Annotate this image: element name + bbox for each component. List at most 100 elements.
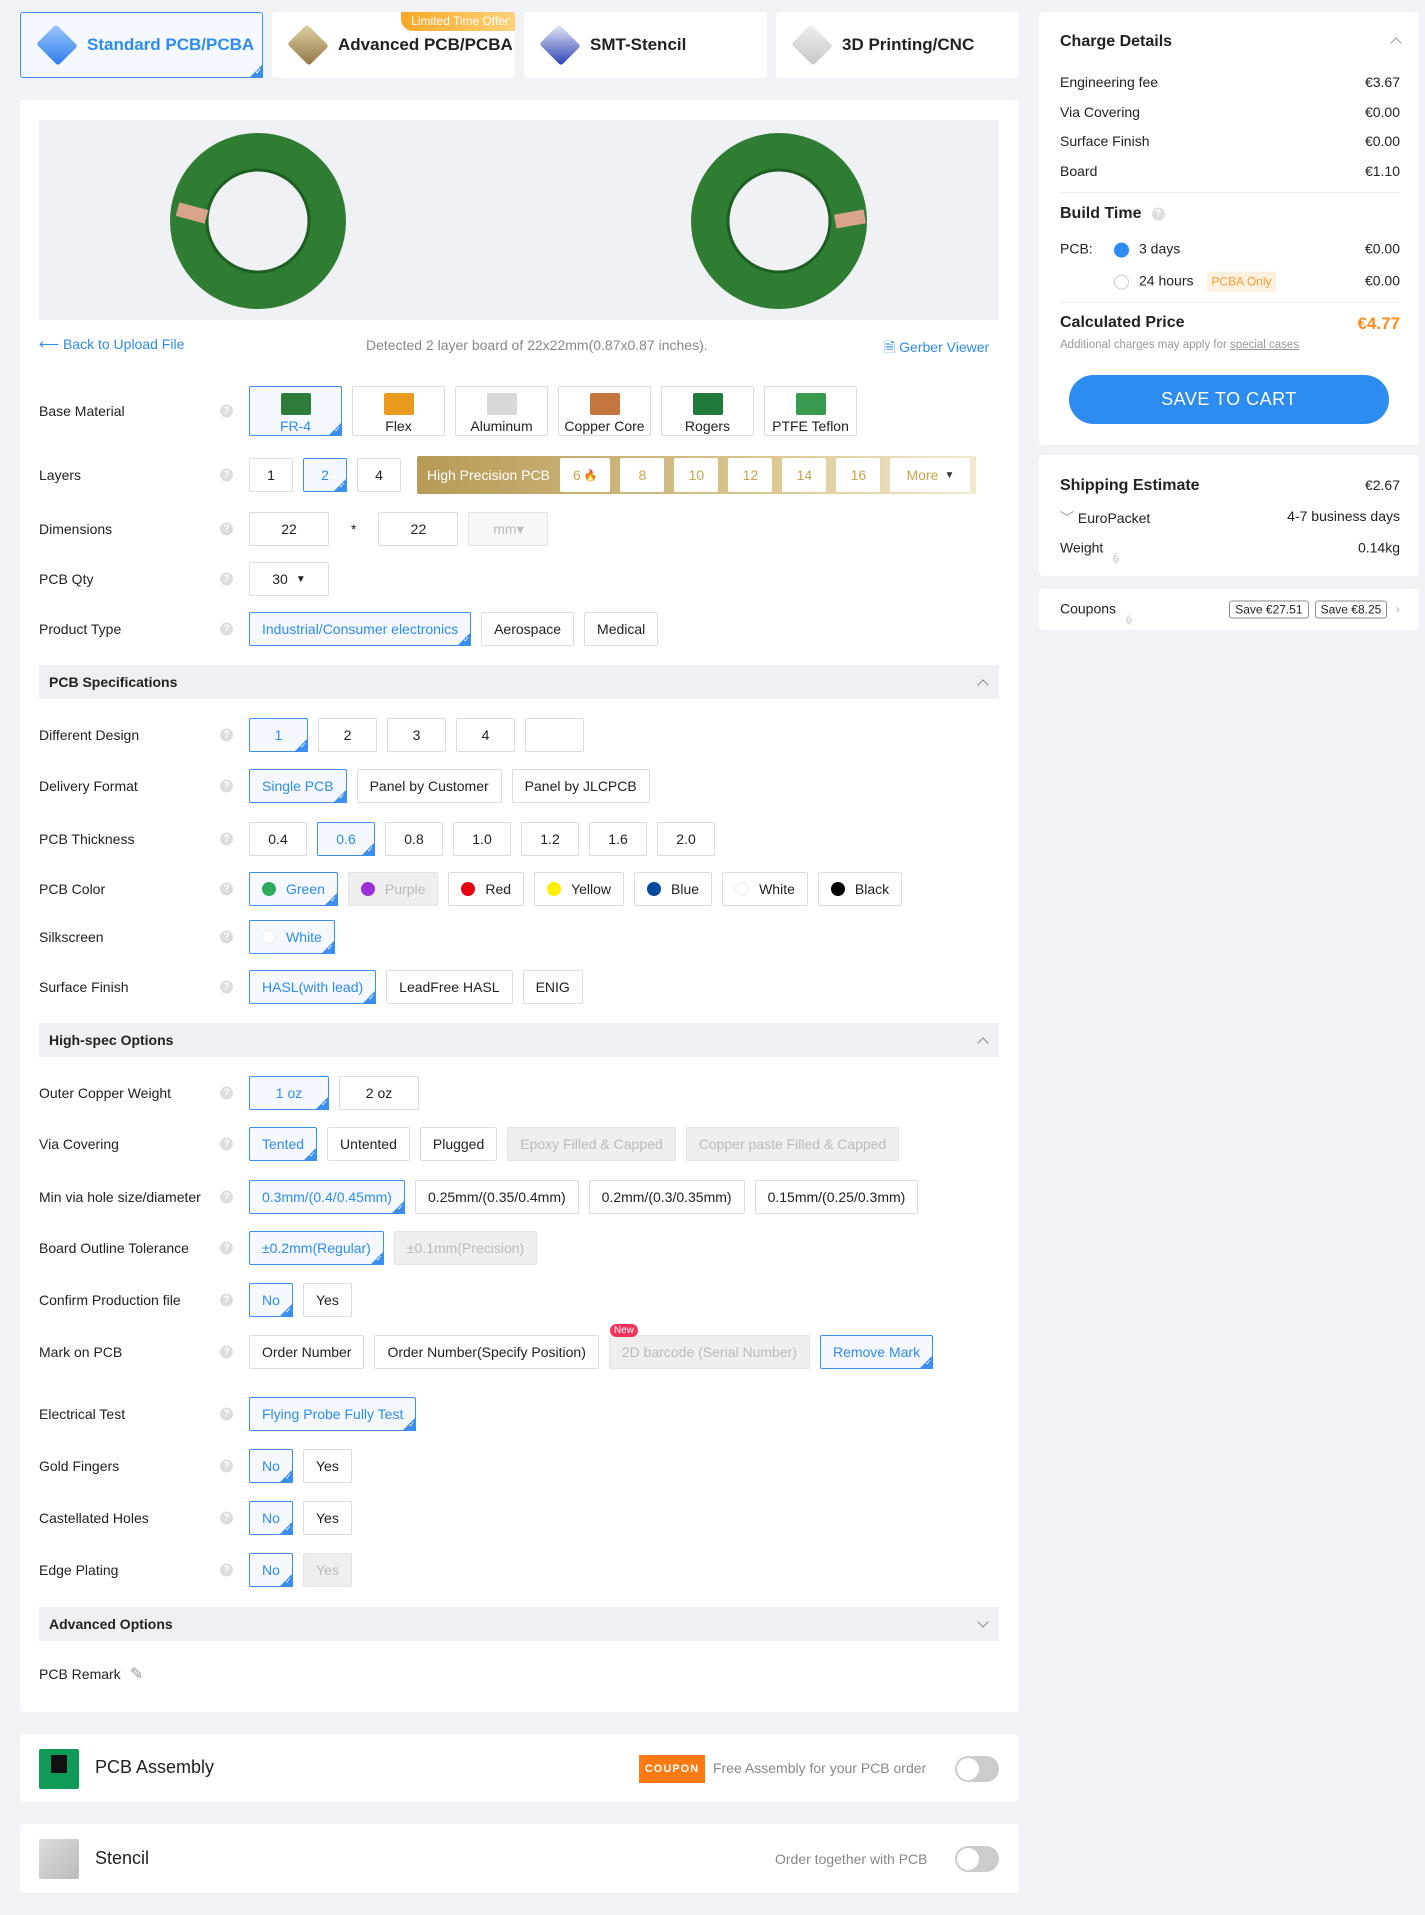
save-to-cart-button[interactable]: SAVE TO CART [1069, 375, 1389, 424]
option-1[interactable]: 1 [249, 458, 293, 492]
help-icon[interactable]: ? [220, 980, 233, 994]
more-layers-button[interactable]: More ▼ [890, 458, 971, 492]
option-layers-12[interactable]: 12 [728, 458, 773, 492]
gerber-viewer-link[interactable]: 🗎 Gerber Viewer [884, 337, 989, 361]
option-0-4[interactable]: 0.4 [249, 822, 307, 856]
help-icon[interactable]: ? [1113, 552, 1120, 564]
help-icon[interactable]: ? [220, 468, 233, 482]
option-1-6[interactable]: 1.6 [589, 822, 647, 856]
width-input[interactable]: 22 [249, 512, 329, 546]
option-flying-probe-fully-test[interactable]: Flying Probe Fully Test [249, 1397, 417, 1431]
help-icon[interactable]: ? [1126, 613, 1133, 625]
build-option-3days[interactable]: PCB: 3 days €0.00 [1060, 241, 1400, 258]
option-rogers[interactable]: Rogers [661, 386, 754, 436]
section-header-high-spec-options[interactable]: High-spec Options [39, 1023, 999, 1057]
unit-select[interactable]: mm ▾ [468, 512, 549, 546]
option-white[interactable]: White [249, 920, 335, 954]
option-flex[interactable]: Flex [352, 386, 445, 436]
help-icon[interactable]: ? [220, 1241, 233, 1255]
edit-pencil-icon[interactable]: ✎ [130, 1664, 143, 1684]
option-untented[interactable]: Untented [327, 1127, 410, 1161]
option-leadfree-hasl[interactable]: LeadFree HASL [386, 970, 513, 1004]
help-icon[interactable]: ? [220, 1137, 233, 1151]
section-header-pcb-specifications[interactable]: PCB Specifications [39, 665, 999, 699]
option-4[interactable]: 4 [456, 718, 515, 752]
option-single-pcb[interactable]: Single PCB [249, 769, 347, 803]
shipping-method[interactable]: ﹀ EuroPacket 4-7 business days [1060, 508, 1400, 528]
help-icon[interactable]: ? [220, 779, 233, 793]
option-panel-by-jlcpcb[interactable]: Panel by JLCPCB [511, 769, 650, 803]
option-yes[interactable]: Yes [303, 1449, 352, 1483]
special-cases-link[interactable]: special cases [1230, 339, 1299, 351]
tab-smt-stencil[interactable]: SMT-Stencil [524, 12, 767, 78]
option-2[interactable]: 2 [318, 718, 377, 752]
option-0-8[interactable]: 0.8 [385, 822, 443, 856]
help-icon[interactable]: ? [220, 1459, 233, 1473]
option-3[interactable]: 3 [387, 718, 446, 752]
option-remove-mark[interactable]: Remove Mark [819, 1335, 934, 1369]
option-no[interactable]: No [249, 1553, 293, 1587]
help-icon[interactable]: ? [220, 930, 233, 944]
help-icon[interactable]: ? [220, 1511, 233, 1525]
charge-details-header[interactable]: Charge Details [1060, 33, 1402, 51]
help-icon[interactable]: ? [220, 404, 233, 418]
back-to-upload-link[interactable]: ⟵ Back to Upload File [39, 336, 184, 353]
option-yes[interactable]: Yes [303, 1283, 352, 1317]
help-icon[interactable]: ? [1151, 207, 1165, 221]
option-2[interactable]: 2 [303, 458, 347, 492]
option-empty[interactable] [525, 718, 584, 752]
radio-checked-icon[interactable] [1114, 242, 1129, 258]
option-layers-16[interactable]: 16 [836, 458, 881, 492]
option-fr-4[interactable]: FR-4 [249, 386, 342, 436]
option-layers-10[interactable]: 10 [674, 458, 719, 492]
option-enig[interactable]: ENIG [522, 970, 583, 1004]
option-0-3mm-0-4-0-45mm[interactable]: 0.3mm/(0.4/0.45mm) [249, 1180, 405, 1214]
option-no[interactable]: No [249, 1283, 293, 1317]
help-icon[interactable]: ? [220, 832, 233, 846]
option-yellow[interactable]: Yellow [534, 872, 625, 906]
option-2-oz[interactable]: 2 oz [339, 1076, 419, 1110]
option-1-2[interactable]: 1.2 [521, 822, 579, 856]
option-panel-by-customer[interactable]: Panel by Customer [356, 769, 502, 803]
option-white[interactable]: White [722, 872, 808, 906]
help-icon[interactable]: ? [220, 1563, 233, 1577]
option-4[interactable]: 4 [357, 458, 401, 492]
option-red[interactable]: Red [448, 872, 525, 906]
option-medical[interactable]: Medical [584, 612, 659, 646]
option-2-0[interactable]: 2.0 [657, 822, 715, 856]
tab-standard-pcb[interactable]: Standard PCB/PCBA [20, 12, 263, 78]
option-1-oz[interactable]: 1 oz [249, 1076, 329, 1110]
option-order-number-specify-position[interactable]: Order Number(Specify Position) [374, 1335, 599, 1369]
option-1-0[interactable]: 1.0 [453, 822, 511, 856]
help-icon[interactable]: ? [220, 882, 233, 896]
help-icon[interactable]: ? [220, 1293, 233, 1307]
option-no[interactable]: No [249, 1501, 293, 1535]
help-icon[interactable]: ? [220, 1345, 233, 1359]
option-0-2mm-regular[interactable]: ±0.2mm(Regular) [249, 1231, 384, 1265]
option-0-15mm-0-25-0-3mm[interactable]: 0.15mm/(0.25/0.3mm) [754, 1180, 919, 1214]
option-blue[interactable]: Blue [634, 872, 713, 906]
option-1[interactable]: 1 [249, 718, 308, 752]
help-icon[interactable]: ? [220, 728, 233, 742]
option-aluminum[interactable]: Aluminum [455, 386, 548, 436]
build-option-24h[interactable]: 24 hours PCBA Only €0.00 [1060, 271, 1400, 292]
section-header-advanced-options[interactable]: Advanced Options [39, 1607, 999, 1641]
height-input[interactable]: 22 [378, 512, 459, 546]
help-icon[interactable]: ? [220, 1086, 233, 1100]
tab-3d-printing[interactable]: 3D Printing/CNC [776, 12, 1019, 78]
option-no[interactable]: No [249, 1449, 293, 1483]
pcb-qty-select[interactable]: 30 ▼ [249, 562, 329, 596]
help-icon[interactable]: ? [220, 572, 233, 586]
option-layers-6[interactable]: 6 🔥 [559, 458, 611, 492]
option-plugged[interactable]: Plugged [419, 1127, 498, 1161]
option-order-number[interactable]: Order Number [249, 1335, 365, 1369]
help-icon[interactable]: ? [220, 1407, 233, 1421]
option-ptfe-teflon[interactable]: PTFE Teflon [764, 386, 857, 436]
option-green[interactable]: Green [249, 872, 338, 906]
option-aerospace[interactable]: Aerospace [481, 612, 575, 646]
help-icon[interactable]: ? [220, 622, 233, 636]
stencil-toggle[interactable] [955, 1846, 999, 1872]
option-hasl-with-lead[interactable]: HASL(with lead) [249, 970, 377, 1004]
option-yes[interactable]: Yes [303, 1501, 352, 1535]
option-0-2mm-0-3-0-35mm[interactable]: 0.2mm/(0.3/0.35mm) [588, 1180, 745, 1214]
